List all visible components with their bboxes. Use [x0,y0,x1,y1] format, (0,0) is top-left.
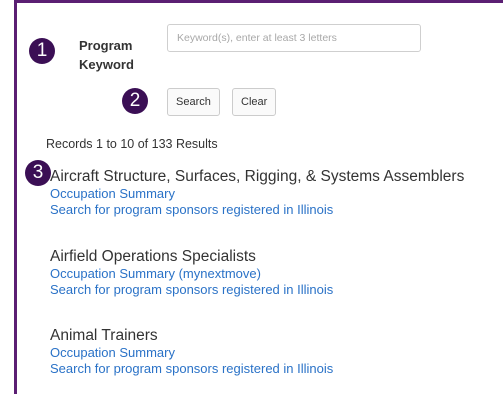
occupation-summary-link[interactable]: Occupation Summary [50,345,333,361]
result-item: Airfield Operations Specialists Occupati… [50,247,333,298]
callout-marker-3: 3 [25,160,51,186]
sponsor-search-link[interactable]: Search for program sponsors registered i… [50,361,333,377]
sponsor-search-link[interactable]: Search for program sponsors registered i… [50,282,333,298]
search-button[interactable]: Search [167,88,220,116]
result-title: Animal Trainers [50,327,158,344]
occupation-summary-link[interactable]: Occupation Summary [50,186,464,202]
callout-marker-2: 2 [122,88,148,114]
result-item: Aircraft Structure, Surfaces, Rigging, &… [50,167,464,218]
result-title: Aircraft Structure, Surfaces, Rigging, &… [50,168,465,185]
clear-button[interactable]: Clear [232,88,277,116]
records-count: Records 1 to 10 of 133 Results [46,137,218,151]
keyword-search-input[interactable] [167,24,421,52]
callout-marker-1: 1 [29,38,55,64]
result-item: Animal Trainers Occupation Summary Searc… [50,326,333,377]
result-title: Airfield Operations Specialists [50,248,256,265]
occupation-summary-link[interactable]: Occupation Summary (mynextmove) [50,266,333,282]
program-keyword-label: Program Keyword [79,38,134,72]
sponsor-search-link[interactable]: Search for program sponsors registered i… [50,202,464,218]
